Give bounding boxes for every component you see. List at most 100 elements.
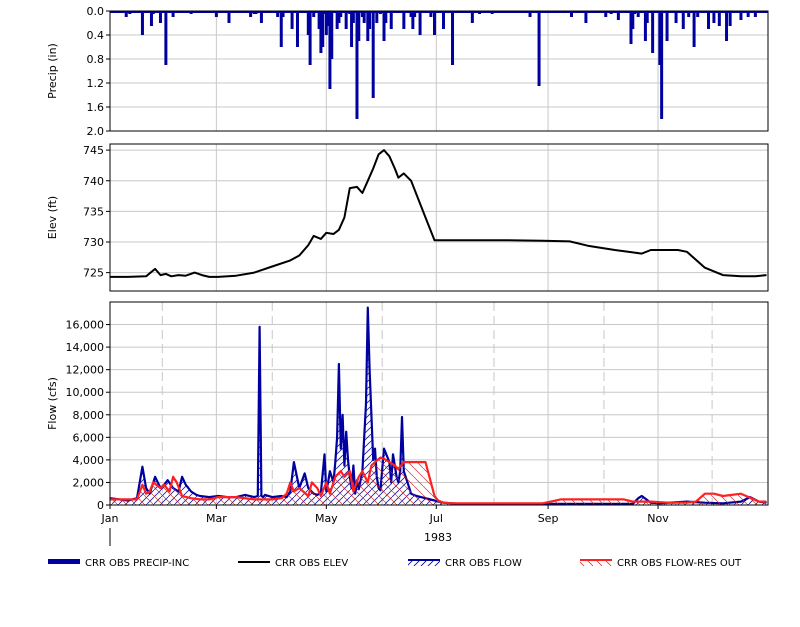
precip-bar [389, 11, 393, 29]
data-point [542, 240, 544, 242]
data-point [298, 487, 300, 489]
data-point [370, 414, 372, 416]
elev-ytick-label: 735 [83, 205, 104, 218]
precip-plot-area [110, 11, 768, 131]
data-point [149, 490, 151, 493]
data-point [293, 461, 295, 463]
data-point [765, 501, 767, 503]
year-label: 1983 [424, 531, 452, 544]
xtick-label: Sep [538, 512, 559, 525]
data-point [451, 502, 454, 504]
data-point [253, 272, 255, 274]
data-point [208, 498, 210, 500]
data-point [286, 493, 288, 495]
precip-bar [651, 11, 655, 53]
data-point [201, 274, 203, 276]
data-point [289, 481, 291, 483]
data-point [542, 502, 544, 504]
data-point [167, 479, 169, 481]
xtick-label: May [315, 512, 338, 525]
data-point [641, 495, 643, 497]
data-point [374, 461, 376, 463]
data-point [356, 186, 358, 188]
data-point [650, 501, 652, 503]
data-point [208, 496, 210, 498]
data-point [311, 481, 313, 483]
data-point [152, 481, 154, 483]
data-point [154, 268, 156, 270]
legend-swatch-precip [48, 559, 80, 564]
data-point [176, 481, 178, 483]
precip-bar [418, 11, 422, 35]
precip-bar [660, 11, 664, 119]
elev-ytick-label: 725 [83, 267, 104, 280]
data-point [401, 416, 403, 418]
data-point [199, 498, 201, 500]
data-point [253, 498, 255, 500]
precip-bar [308, 11, 312, 65]
data-point [332, 233, 335, 235]
data-point [289, 259, 291, 261]
precip-ylabel: Precip (in) [46, 43, 59, 99]
data-point [394, 464, 396, 467]
data-point [361, 470, 363, 472]
data-point [430, 481, 432, 483]
legend-label: CRR OBS ELEV [275, 558, 348, 569]
data-point [758, 501, 760, 503]
data-point [451, 239, 454, 241]
data-point [334, 476, 336, 478]
precip-bar [725, 11, 729, 41]
data-point [388, 155, 390, 157]
precip-bar [295, 11, 299, 47]
data-point [358, 476, 360, 478]
flow-ytick-label: 10,000 [66, 386, 105, 399]
data-point [668, 502, 670, 504]
data-point [145, 493, 147, 495]
data-point [677, 249, 679, 251]
data-point [190, 497, 192, 499]
precip-bar [537, 11, 541, 86]
data-point [596, 498, 598, 500]
data-point [316, 487, 318, 489]
data-point [304, 472, 306, 474]
data-point [506, 502, 508, 504]
data-point [170, 275, 172, 277]
data-point [469, 502, 472, 504]
data-point [313, 235, 315, 237]
xtick-label: Nov [647, 512, 669, 525]
data-point [424, 461, 427, 463]
data-point [259, 326, 261, 328]
data-point [329, 493, 331, 495]
data-point [235, 275, 237, 277]
elev-plot-area [110, 144, 768, 291]
data-point [163, 484, 165, 486]
data-point [320, 495, 322, 497]
data-point [199, 495, 201, 497]
data-point [347, 459, 349, 461]
data-point [410, 180, 412, 182]
precip-bar [707, 11, 711, 29]
data-point [338, 363, 340, 365]
precip-bar [728, 11, 732, 26]
data-point [235, 496, 237, 498]
data-point [378, 153, 380, 155]
data-point [345, 431, 347, 433]
data-point [338, 229, 340, 231]
data-point [271, 496, 273, 498]
data-point [632, 501, 634, 503]
data-point [136, 498, 138, 500]
data-point [217, 496, 219, 498]
data-point [367, 307, 369, 309]
data-point [307, 495, 309, 497]
precip-bar [371, 11, 375, 98]
data-point [369, 369, 371, 371]
data-point [417, 198, 419, 200]
data-point [394, 167, 396, 170]
data-point [340, 448, 342, 450]
data-point [320, 238, 322, 240]
xtick-label: Jan [101, 512, 119, 525]
data-point [262, 496, 264, 498]
data-point [168, 490, 171, 493]
precip-bar [164, 11, 168, 65]
data-point [383, 149, 385, 151]
